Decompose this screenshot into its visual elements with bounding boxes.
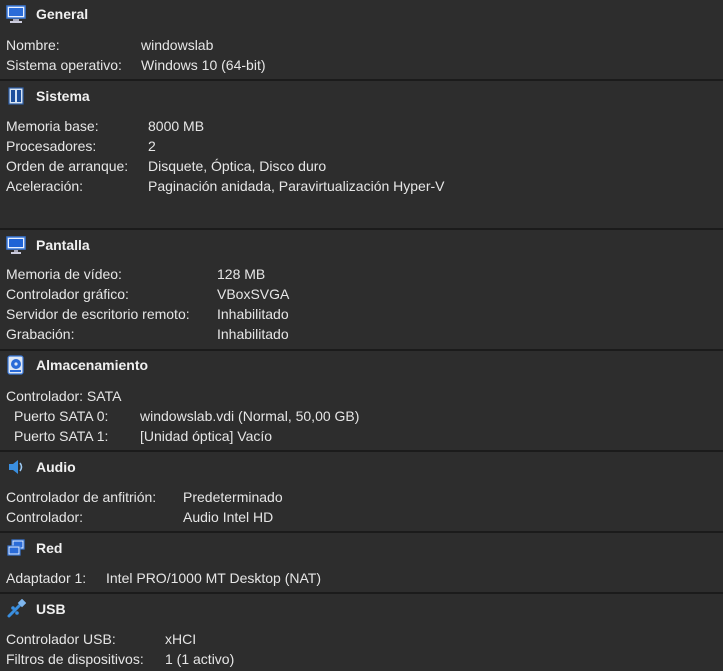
field-value: windowslab <box>141 37 214 53</box>
field-label: Orden de arranque: <box>6 158 129 174</box>
section-audio: Audio Controlador de anfitrión: Predeter… <box>0 452 723 533</box>
field-label: Servidor de escritorio remoto: <box>6 306 190 322</box>
field-value: 8000 MB <box>148 118 205 134</box>
speaker-icon <box>6 457 26 477</box>
section-title: Pantalla <box>36 237 90 253</box>
section-general: General Nombre: windowslab Sistema opera… <box>0 0 723 81</box>
field-label: Memoria de vídeo: <box>6 266 122 282</box>
section-usb-header[interactable]: USB <box>0 595 723 623</box>
section-usb: USB Controlador USB: xHCI Filtros de dis… <box>0 594 723 671</box>
section-sistema-header[interactable]: Sistema <box>0 82 723 110</box>
field-label: Nombre: <box>6 37 60 53</box>
field-value: 2 <box>148 138 156 154</box>
field-label: Filtros de dispositivos: <box>6 651 144 667</box>
field-value: windowslab.vdi (Normal, 50,00 GB) <box>140 408 360 424</box>
field-label: Controlador USB: <box>6 631 116 647</box>
field-value: Predeterminado <box>183 489 283 505</box>
section-general-header[interactable]: General <box>0 0 723 28</box>
field-value: 1 (1 activo) <box>165 651 235 667</box>
field-value: 128 MB <box>217 266 266 282</box>
field-label: Aceleración: <box>6 178 84 194</box>
field-label: Controlador gráfico: <box>6 286 129 302</box>
section-title: USB <box>36 601 66 617</box>
section-almacenamiento: Almacenamiento Controlador: SATA Puerto … <box>0 351 723 452</box>
storage-icon <box>6 355 26 375</box>
section-sistema: Sistema Memoria base: 8000 MB Procesador… <box>0 81 723 230</box>
field-label: Controlador de anfitrión: <box>6 489 157 505</box>
field-value: xHCI <box>165 631 197 647</box>
field-value: Paginación anidada, Paravirtualización H… <box>148 178 445 194</box>
section-title: Audio <box>36 459 76 475</box>
field-label: Procesadores: <box>6 138 97 154</box>
section-title: General <box>36 6 89 22</box>
field-value: Windows 10 (64-bit) <box>141 57 266 73</box>
section-pantalla-header[interactable]: Pantalla <box>0 231 723 259</box>
field-value: Inhabilitado <box>217 326 289 342</box>
field-label: Grabación: <box>6 326 75 342</box>
section-red-header[interactable]: Red <box>0 534 723 562</box>
section-title: Almacenamiento <box>36 357 149 373</box>
section-red: Red Adaptador 1: Intel PRO/1000 MT Deskt… <box>0 533 723 594</box>
usb-icon <box>6 599 26 619</box>
section-audio-header[interactable]: Audio <box>0 453 723 481</box>
field-label: Controlador: SATA <box>6 388 122 404</box>
field-label: Adaptador 1: <box>6 570 87 586</box>
display-icon <box>6 235 26 255</box>
field-label: Sistema operativo: <box>6 57 122 73</box>
section-pantalla: Pantalla Memoria de vídeo: 128 MB Contro… <box>0 230 723 351</box>
field-label: Memoria base: <box>6 118 99 134</box>
field-label: Puerto SATA 1: <box>14 428 109 444</box>
field-value: Audio Intel HD <box>183 509 274 525</box>
field-value: VBoxSVGA <box>217 286 290 302</box>
field-value: Disquete, Óptica, Disco duro <box>148 158 327 174</box>
field-value: Intel PRO/1000 MT Desktop (NAT) <box>106 570 321 586</box>
chip-icon <box>6 86 26 106</box>
field-label: Puerto SATA 0: <box>14 408 109 424</box>
field-value: [Unidad óptica] Vacío <box>140 428 273 444</box>
monitor-icon <box>6 4 26 24</box>
section-title: Red <box>36 540 63 556</box>
section-title: Sistema <box>36 88 90 104</box>
section-almacenamiento-header[interactable]: Almacenamiento <box>0 351 723 379</box>
field-label: Controlador: <box>6 509 84 525</box>
field-value: Inhabilitado <box>217 306 289 322</box>
network-icon <box>6 538 26 558</box>
